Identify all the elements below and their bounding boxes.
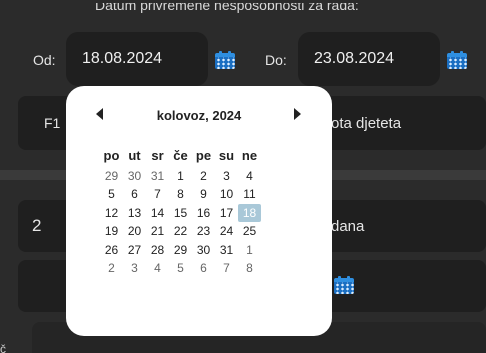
calendar-day[interactable]: 30 xyxy=(123,167,146,186)
calendar-day[interactable]: 5 xyxy=(169,259,192,278)
to-date-value: 23.08.2024 xyxy=(314,50,395,67)
calendar-day[interactable]: 7 xyxy=(146,185,169,204)
calendar-day[interactable]: 2 xyxy=(100,259,123,278)
duration-unit: dana xyxy=(331,218,365,235)
calendar-day[interactable]: 8 xyxy=(169,185,192,204)
date-picker-popup: kolovoz, 2024 po ut sr če pe su ne 29 30 31 1 2 3 4 5 6… xyxy=(66,86,332,336)
calendar-day[interactable]: 1 xyxy=(169,167,192,186)
calendar-icon[interactable] xyxy=(447,51,467,69)
calendar-day[interactable]: 23 xyxy=(192,222,215,241)
weekday-header: su xyxy=(218,148,235,163)
calendar-day[interactable]: 6 xyxy=(192,259,215,278)
calendar-day[interactable]: 28 xyxy=(146,241,169,260)
calendar-icon[interactable] xyxy=(215,51,235,69)
reason-code: F1 xyxy=(44,115,61,131)
calendar-day[interactable]: 29 xyxy=(100,167,123,186)
calendar-day[interactable]: 17 xyxy=(215,204,238,223)
weekday-header: če xyxy=(173,148,188,163)
calendar-day[interactable]: 16 xyxy=(192,204,215,223)
calendar-day[interactable]: 3 xyxy=(123,259,146,278)
duration-count: 2 xyxy=(32,216,42,235)
bottom-label-fragment: č xyxy=(0,342,6,353)
calendar-day[interactable]: 7 xyxy=(215,259,238,278)
from-label: Od: xyxy=(33,52,56,68)
calendar-day[interactable]: 29 xyxy=(169,241,192,260)
weekday-header: ut xyxy=(128,148,141,163)
calendar-day[interactable]: 22 xyxy=(169,222,192,241)
calendar-icon[interactable] xyxy=(334,276,354,294)
calendar-day[interactable]: 26 xyxy=(100,241,123,260)
calendar-day[interactable]: 10 xyxy=(215,185,238,204)
month-label: kolovoz, 2024 xyxy=(156,108,242,123)
section-title: Datum privremene nesposobnosti za rada: xyxy=(95,3,359,13)
calendar-day[interactable]: 13 xyxy=(123,204,146,223)
calendar-day[interactable]: 21 xyxy=(146,222,169,241)
calendar-day[interactable]: 27 xyxy=(123,241,146,260)
weekday-header: pe xyxy=(195,148,212,163)
calendar-day[interactable]: 3 xyxy=(215,167,238,186)
calendar-day[interactable]: 9 xyxy=(192,185,215,204)
next-month-icon[interactable] xyxy=(294,108,301,120)
calendar-day[interactable]: 12 xyxy=(100,204,123,223)
calendar-day[interactable]: 6 xyxy=(123,185,146,204)
weekday-header: po xyxy=(103,148,120,163)
calendar-day[interactable]: 8 xyxy=(238,259,261,278)
reason-text: ota djeteta xyxy=(331,115,402,132)
calendar-day[interactable]: 15 xyxy=(169,204,192,223)
weekday-header: sr xyxy=(151,148,164,163)
calendar-day[interactable]: 30 xyxy=(192,241,215,260)
calendar-day[interactable]: 14 xyxy=(146,204,169,223)
calendar-day[interactable]: 20 xyxy=(123,222,146,241)
calendar-day[interactable]: 4 xyxy=(238,167,261,186)
weekday-header: ne xyxy=(241,148,258,163)
calendar-day[interactable]: 24 xyxy=(215,222,238,241)
calendar-day[interactable]: 4 xyxy=(146,259,169,278)
calendar-day[interactable]: 31 xyxy=(146,167,169,186)
to-label: Do: xyxy=(265,52,287,68)
to-date-input[interactable]: 23.08.2024 xyxy=(298,32,440,86)
calendar-day[interactable]: 31 xyxy=(215,241,238,260)
calendar-day[interactable]: 5 xyxy=(100,185,123,204)
calendar-day[interactable]: 1 xyxy=(238,241,261,260)
calendar-day[interactable]: 11 xyxy=(238,185,261,204)
calendar-day-selected[interactable]: 18 xyxy=(238,203,261,222)
calendar-day[interactable]: 25 xyxy=(238,222,261,241)
from-date-input[interactable]: 18.08.2024 xyxy=(66,32,208,86)
calendar-grid: po ut sr če pe su ne 29 30 31 1 2 3 4 5 6 7 8 9 10 11 12 13 14 1… xyxy=(100,148,261,278)
calendar-day[interactable]: 19 xyxy=(100,222,123,241)
from-date-value: 18.08.2024 xyxy=(82,50,163,67)
calendar-day[interactable]: 2 xyxy=(192,167,215,186)
